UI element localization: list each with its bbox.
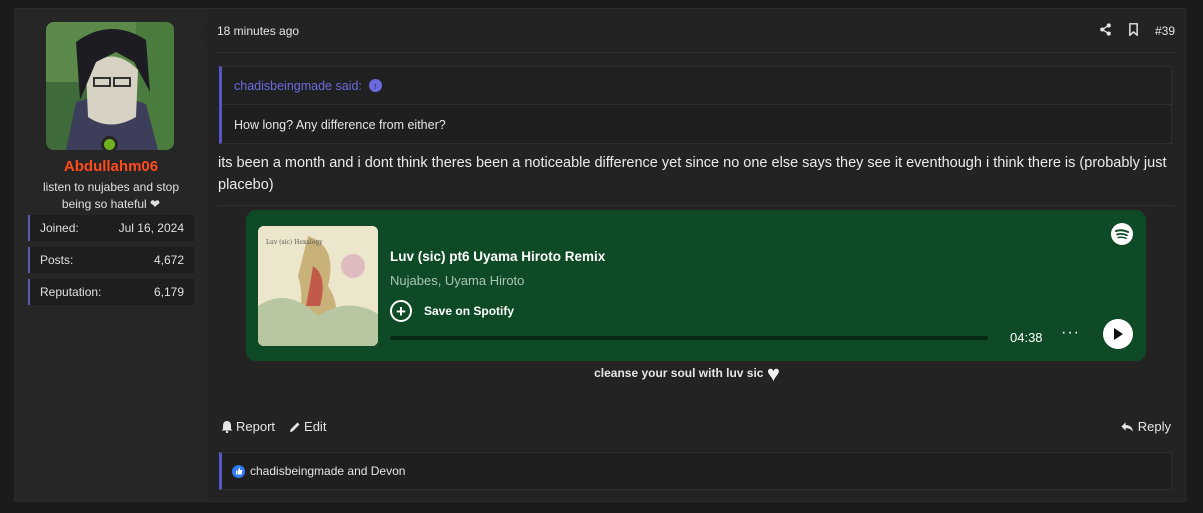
signature: cleanse your soul with luv sic ♥: [207, 361, 1167, 387]
stat-joined: Joined: Jul 16, 2024: [28, 215, 194, 241]
track-artists[interactable]: Nujabes, Uyama Hiroto: [390, 273, 524, 288]
track-duration: 04:38: [1010, 330, 1043, 345]
reply-label: Reply: [1137, 419, 1171, 434]
user-title: listen to nujabes and stop being so hate…: [35, 179, 187, 213]
play-icon: [1114, 328, 1123, 340]
plus-icon: +: [390, 300, 412, 322]
edit-button[interactable]: Edit: [289, 419, 326, 434]
username[interactable]: Abdullahm06: [15, 158, 207, 175]
like-icon: [232, 464, 245, 478]
heart-icon: ♥: [766, 361, 780, 386]
quote-text: How long? Any difference from either?: [234, 118, 446, 132]
header-actions: #39: [1099, 22, 1175, 39]
quote-block: chadisbeingmade said: ↑ How long? Any di…: [219, 66, 1172, 144]
quote-author[interactable]: chadisbeingmade said:: [234, 79, 362, 93]
heart-icon: ❤: [150, 197, 161, 211]
progress-bar[interactable]: [390, 336, 988, 340]
post-header: 18 minutes ago #39: [217, 9, 1175, 53]
avatar[interactable]: [46, 22, 174, 150]
stat-posts: Posts: 4,672: [28, 247, 194, 273]
stat-reputation: Reputation: 6,179: [28, 279, 194, 305]
play-button[interactable]: [1103, 319, 1133, 349]
divider: [217, 205, 1175, 206]
reply-button[interactable]: Reply: [1121, 419, 1171, 434]
pencil-icon: [290, 422, 300, 432]
track-title[interactable]: Luv (sic) pt6 Uyama Hiroto Remix: [390, 249, 605, 264]
post-main: 18 minutes ago #39 chadisbeingmade said:…: [199, 9, 1185, 501]
reactions-text[interactable]: chadisbeingmade and Devon: [250, 464, 405, 478]
spotify-embed: Luv (sic) Hexalogy Luv (sic) pt6 Uyama H…: [246, 210, 1146, 361]
user-cell: Abdullahm06 listen to nujabes and stop b…: [15, 9, 207, 501]
post-message: its been a month and i dont think theres…: [218, 155, 1167, 193]
save-label: Save on Spotify: [424, 304, 515, 318]
bookmark-icon[interactable]: [1128, 22, 1139, 39]
online-status-dot: [101, 136, 118, 153]
report-button[interactable]: Report: [221, 419, 275, 434]
save-on-spotify-button[interactable]: + Save on Spotify: [390, 300, 514, 322]
stat-value: 4,672: [153, 253, 184, 267]
forum-post: Abdullahm06 listen to nujabes and stop b…: [14, 8, 1186, 502]
post-actions: Report Edit: [221, 419, 326, 434]
post-number[interactable]: #39: [1155, 24, 1175, 38]
edit-label: Edit: [304, 419, 327, 434]
quote-header[interactable]: chadisbeingmade said: ↑: [222, 67, 1171, 105]
svg-text:Luv (sic) Hexalogy: Luv (sic) Hexalogy: [266, 239, 323, 246]
signature-text: cleanse your soul with luv sic: [594, 366, 764, 381]
reply-icon: [1121, 421, 1133, 432]
share-icon[interactable]: [1099, 22, 1112, 39]
more-options-icon[interactable]: ···: [1061, 324, 1080, 342]
post-arrow: [199, 27, 207, 43]
album-cover[interactable]: Luv (sic) Hexalogy: [258, 226, 378, 346]
stat-label: Posts:: [40, 253, 74, 267]
arrow-up-icon[interactable]: ↑: [368, 79, 382, 92]
stat-label: Reputation:: [40, 285, 102, 299]
user-stats: Joined: Jul 16, 2024 Posts: 4,672 Reputa…: [28, 215, 194, 311]
report-label: Report: [236, 419, 276, 434]
spotify-icon[interactable]: [1110, 222, 1134, 246]
bell-icon: [221, 421, 233, 433]
stat-label: Joined:: [40, 221, 79, 235]
stat-value: 6,179: [153, 285, 184, 299]
post-time[interactable]: 18 minutes ago: [217, 24, 299, 38]
reactions-bar[interactable]: chadisbeingmade and Devon: [219, 452, 1172, 490]
stat-value: Jul 16, 2024: [118, 221, 184, 235]
